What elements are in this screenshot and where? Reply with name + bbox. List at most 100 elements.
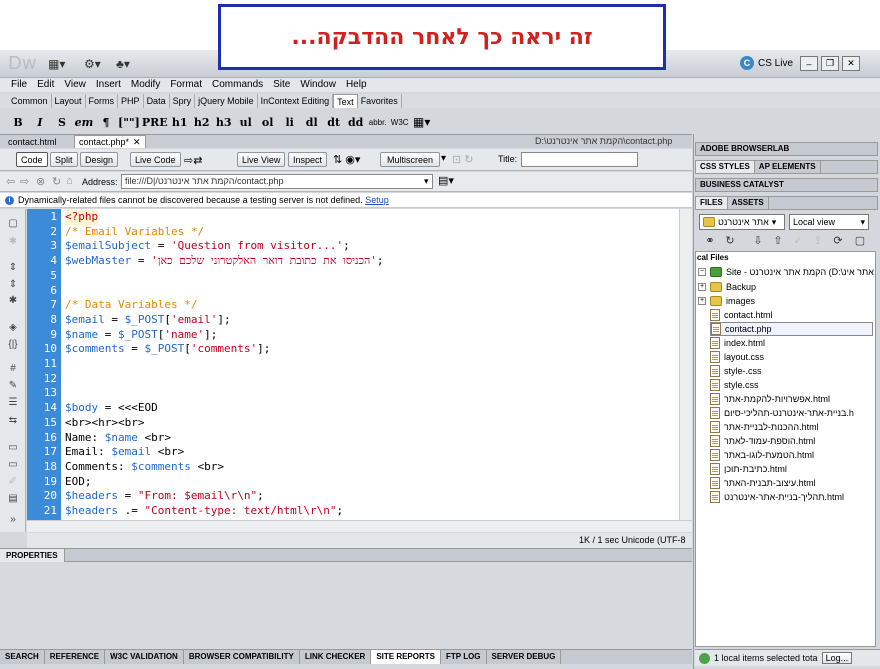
characters-icon[interactable]: ▦▾ — [412, 112, 432, 132]
tab-text[interactable]: Text — [333, 94, 358, 108]
open-documents-icon[interactable]: ▢ — [6, 216, 20, 230]
select-parent-tag-icon[interactable]: ◈ — [6, 320, 20, 334]
menu-window[interactable]: Window — [295, 78, 341, 92]
h3-button[interactable]: h3 — [214, 112, 234, 132]
tab-w3c-validation[interactable]: W3C VALIDATION — [105, 650, 184, 664]
dt-button[interactable]: dt — [324, 112, 344, 132]
collapse-full-tag-icon[interactable]: ⇕ — [6, 260, 20, 274]
file-item[interactable]: אפשרויות-להקמת-אתר.html — [710, 392, 830, 406]
abbr-button[interactable]: abbr. — [368, 112, 388, 132]
check-in-icon[interactable]: ⇪ — [811, 233, 825, 247]
inspect-button[interactable]: Inspect — [288, 152, 328, 167]
menu-commands[interactable]: Commands — [207, 78, 268, 92]
bold-button[interactable]: B — [8, 112, 28, 132]
tab-php[interactable]: PHP — [118, 94, 144, 108]
tab-data[interactable]: Data — [144, 94, 170, 108]
folder-backup[interactable]: + Backup — [698, 280, 756, 294]
cs-live[interactable]: C CS Live — [740, 56, 793, 70]
code-line[interactable]: /* Email Variables */ — [65, 225, 204, 240]
tab-site-reports[interactable]: SITE REPORTS — [371, 650, 441, 664]
get-files-icon[interactable]: ⇩ — [751, 233, 765, 247]
code-line[interactable]: $headers .= "Content-type: text/html\r\n… — [65, 504, 343, 519]
multiscreen-dropdown-icon[interactable]: ▾ — [441, 153, 446, 164]
site-select[interactable]: אתר אינטרנט ▾ — [699, 214, 785, 230]
design-view-button[interactable]: Design — [80, 152, 119, 167]
code-line[interactable]: $emailSubject = 'Question from visitor..… — [65, 239, 350, 254]
tab-ftp-log[interactable]: FTP LOG — [441, 650, 487, 664]
menu-view[interactable]: View — [59, 78, 91, 92]
tab-server-debug[interactable]: SERVER DEBUG — [487, 650, 562, 664]
em-button[interactable]: em — [74, 112, 94, 132]
horizontal-scrollbar[interactable] — [27, 520, 692, 532]
tab-browser-compatibility[interactable]: BROWSER COMPATIBILITY — [184, 650, 300, 664]
code-line[interactable]: /* Data Variables */ — [65, 298, 197, 313]
code-editor[interactable]: <?php/* Email Variables */$emailSubject … — [61, 209, 679, 520]
menu-format[interactable]: Format — [165, 78, 207, 92]
tab-incontext-editing[interactable]: InContext Editing — [258, 94, 334, 108]
vertical-scrollbar[interactable] — [679, 209, 692, 520]
multiscreen-button[interactable]: Multiscreen — [380, 152, 440, 167]
restore-button[interactable]: ❐ — [821, 56, 839, 71]
tab-files[interactable]: FILES — [696, 197, 728, 209]
li-button[interactable]: li — [280, 112, 300, 132]
code-line[interactable]: <br><hr><br> — [65, 416, 144, 431]
minimize-button[interactable]: – — [800, 56, 818, 71]
nav-forward-icon[interactable]: ⇨ — [20, 175, 29, 188]
code-line[interactable]: $headers = "From: $email\r\n"; — [65, 489, 264, 504]
file-item[interactable]: contact.html — [710, 308, 773, 322]
tab-assets[interactable]: ASSETS — [728, 197, 769, 209]
title-field[interactable] — [521, 152, 638, 167]
menu-edit[interactable]: Edit — [32, 78, 59, 92]
file-item[interactable]: layout.css — [710, 350, 764, 364]
put-files-icon[interactable]: ⇧ — [771, 233, 785, 247]
nav-stop-icon[interactable]: ⊗ — [36, 175, 45, 188]
gear-icon[interactable]: ⚙▾ — [84, 56, 101, 72]
ol-button[interactable]: ol — [258, 112, 278, 132]
syntax-error-icon[interactable]: ☰ — [6, 395, 20, 409]
remove-comment-icon[interactable]: ▭ — [6, 457, 20, 471]
balance-braces-icon[interactable]: {|} — [6, 337, 20, 351]
pre-button[interactable]: PRE — [142, 112, 168, 132]
collapse-icon[interactable]: − — [698, 268, 706, 276]
site-icon[interactable]: ♣▾ — [116, 56, 130, 72]
tab-link-checker[interactable]: LINK CHECKER — [300, 650, 372, 664]
tab-common[interactable]: Common — [8, 94, 52, 108]
code-line[interactable]: $body = <<<EOD — [65, 401, 158, 416]
menu-file[interactable]: File — [6, 78, 32, 92]
tab-ap-elements[interactable]: AP ELEMENTS — [755, 161, 821, 173]
file-item[interactable]: contact.php — [710, 322, 873, 336]
line-numbers-icon[interactable]: # — [6, 361, 20, 375]
code-line[interactable]: <?php — [65, 210, 99, 225]
code-line[interactable]: $name = $_POST['name']; — [65, 328, 217, 343]
code-line[interactable]: Email: $email <br> — [65, 445, 184, 460]
w3c-button[interactable]: W3C — [390, 112, 410, 132]
code-line[interactable]: EOD; — [65, 475, 92, 490]
tab-favorites[interactable]: Favorites — [358, 94, 402, 108]
strong-button[interactable]: S — [52, 112, 72, 132]
file-item[interactable]: הוספת-עמוד-לאתר.html — [710, 434, 815, 448]
code-line[interactable]: Name: $name <br> — [65, 431, 171, 446]
collapse-selection-icon[interactable]: ⇕ — [6, 277, 20, 291]
tab-search[interactable]: SEARCH — [0, 650, 45, 664]
close-icon[interactable]: ✕ — [133, 137, 141, 148]
split-view-button[interactable]: Split — [50, 152, 78, 167]
italic-button[interactable]: I — [30, 112, 50, 132]
file-item[interactable]: style.css — [710, 378, 759, 392]
connect-icon[interactable]: ⚭ — [703, 233, 717, 247]
menu-modify[interactable]: Modify — [126, 78, 165, 92]
refresh-icon[interactable]: ↻ — [723, 233, 737, 247]
file-item[interactable]: עיצוב-תבנית-האתר.html — [710, 476, 816, 490]
inspect-icon[interactable]: ⇨⇄ — [184, 154, 202, 167]
validate-icon[interactable]: ⊡ ↻ — [452, 153, 474, 166]
code-line[interactable]: $email = $_POST['email']; — [65, 313, 231, 328]
paragraph-button[interactable]: ¶ — [96, 112, 116, 132]
view-select[interactable]: Local view ▾ — [789, 214, 869, 230]
file-item[interactable]: style-.css — [710, 364, 762, 378]
preview-icon[interactable]: ⇅ ◉▾ — [333, 153, 360, 166]
expand-panel-icon[interactable]: ▢ — [853, 233, 867, 247]
h2-button[interactable]: h2 — [192, 112, 212, 132]
live-view-button[interactable]: Live View — [237, 152, 286, 167]
site-root[interactable]: − Site - הקמת אתר אינטרנט (D:\הקמת אתר אי… — [698, 265, 875, 279]
code-line[interactable]: Comments: $comments <br> — [65, 460, 224, 475]
show-code-navigator-icon[interactable]: ✱ — [6, 234, 20, 248]
